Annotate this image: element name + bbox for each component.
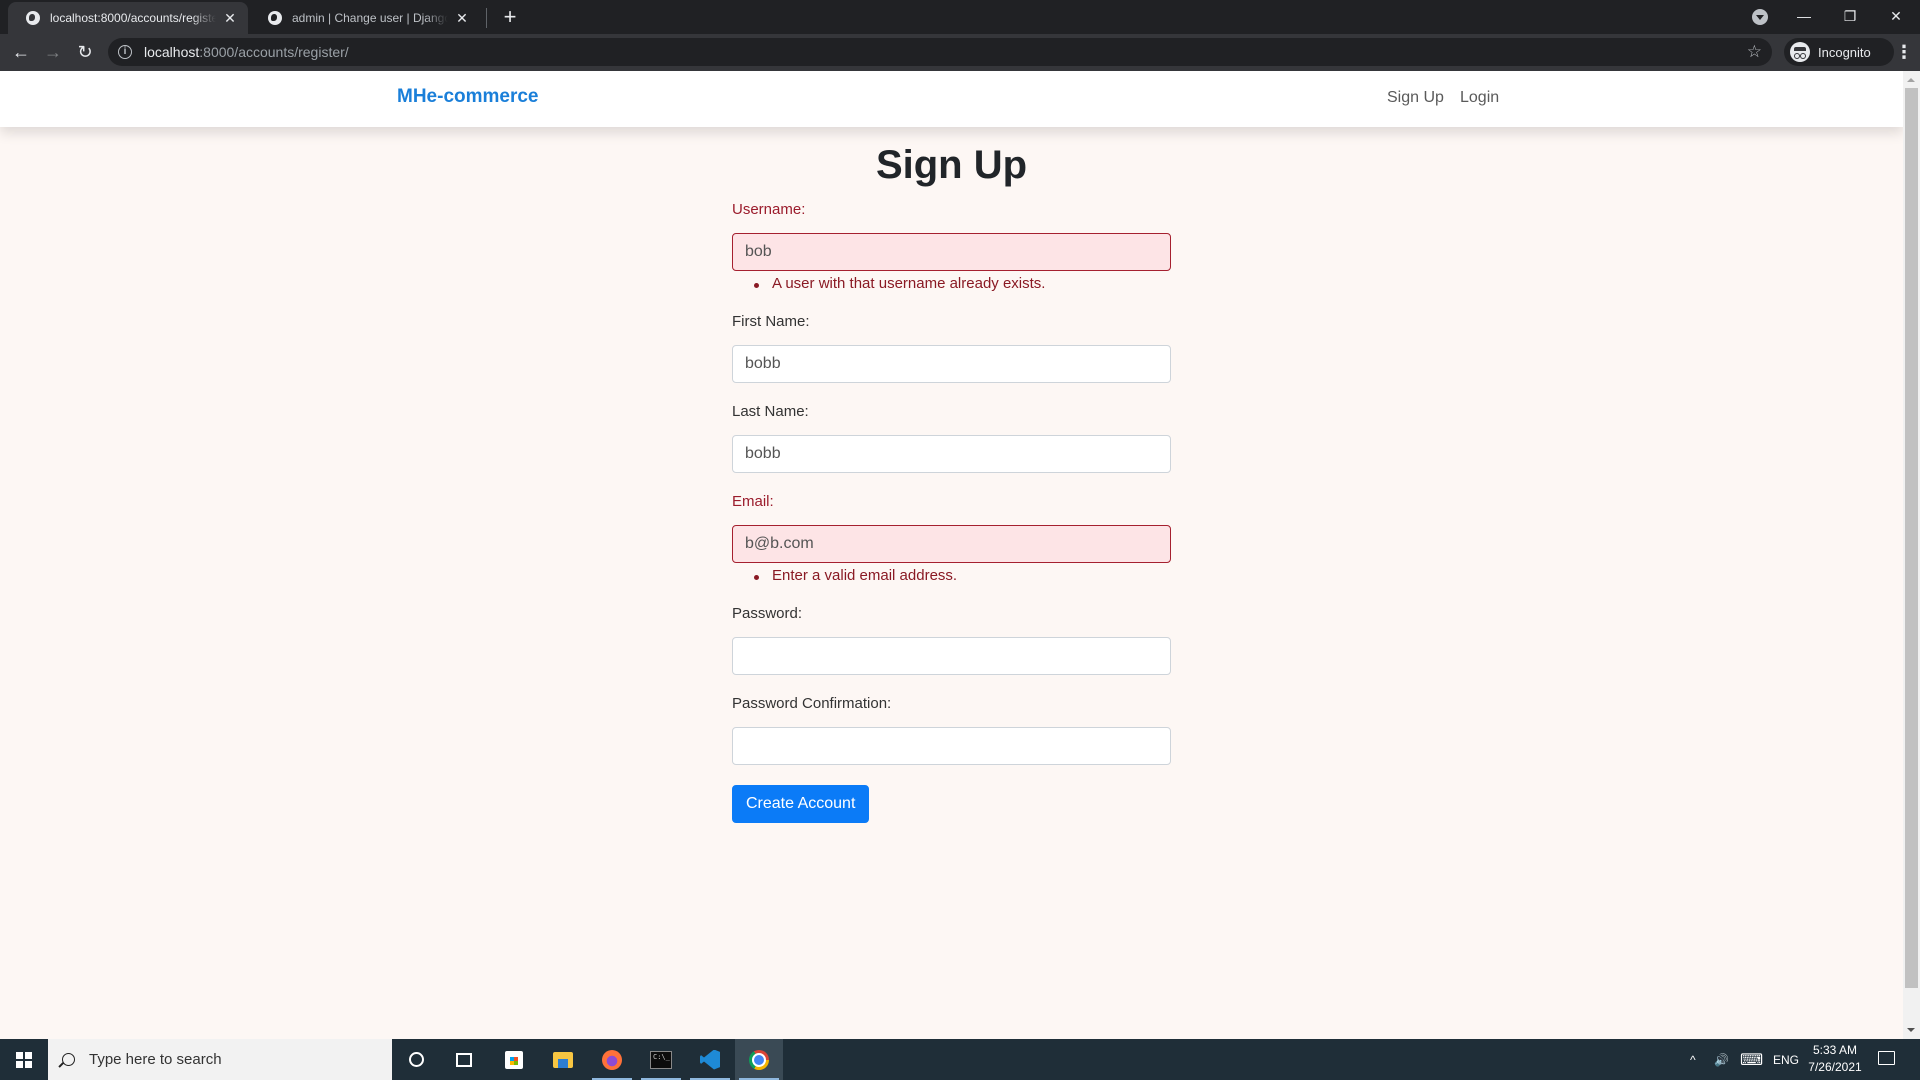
password-confirmation-group: Password Confirmation: <box>732 695 1171 765</box>
microsoft-store-icon <box>505 1050 523 1069</box>
new-tab-button[interactable]: + <box>498 4 522 30</box>
create-account-button[interactable]: Create Account <box>732 785 870 823</box>
show-hidden-icons-button[interactable]: ^ <box>1690 1039 1696 1080</box>
incognito-icon <box>1790 42 1810 62</box>
minimize-button[interactable]: — <box>1781 0 1827 32</box>
close-tab-icon[interactable]: ✕ <box>222 10 238 27</box>
back-button[interactable]: ← <box>7 38 35 66</box>
site-info-icon[interactable]: i <box>118 45 132 59</box>
password-label: Password: <box>732 605 803 622</box>
chrome-icon <box>749 1049 769 1070</box>
taskbar-search[interactable]: Type here to search <box>48 1039 392 1080</box>
site-navbar: MHe-commerce Sign Up Login <box>0 71 1903 127</box>
bookmark-star-icon[interactable]: ☆ <box>1747 42 1762 62</box>
forward-button[interactable]: → <box>39 38 67 66</box>
cortana-button[interactable] <box>392 1039 440 1080</box>
file-explorer-icon <box>553 1051 573 1068</box>
last-name-label: Last Name: <box>732 403 809 420</box>
page-scrollbar[interactable] <box>1903 71 1920 1039</box>
windows-taskbar: Type here to search C:\_ ^ 🔊 ⌨ ENG 5:33 … <box>0 1039 1920 1080</box>
first-name-input[interactable] <box>732 345 1171 383</box>
first-name-label: First Name: <box>732 313 810 330</box>
cortana-icon <box>408 1052 424 1067</box>
error-message: Enter a valid email address. <box>772 567 958 584</box>
tab-title: localhost:8000/accounts/register/ <box>50 11 216 25</box>
password-confirmation-input[interactable] <box>732 727 1171 765</box>
action-center-icon[interactable] <box>1878 1051 1895 1065</box>
scroll-up-arrow-icon[interactable] <box>1907 78 1915 82</box>
incognito-label: Incognito <box>1818 44 1871 60</box>
chrome-button[interactable] <box>735 1039 783 1080</box>
username-label: Username: <box>732 201 806 218</box>
store-button[interactable] <box>490 1039 538 1080</box>
system-clock[interactable]: 5:33 AM 7/26/2021 <box>1800 1042 1870 1076</box>
scrollbar-thumb[interactable] <box>1905 88 1918 988</box>
brand-link[interactable]: MHe-commerce <box>397 86 539 108</box>
last-name-input[interactable] <box>732 435 1171 473</box>
browser-tab-strip: localhost:8000/accounts/register/ ✕ admi… <box>0 0 1920 34</box>
username-input[interactable] <box>732 233 1171 271</box>
task-view-button[interactable] <box>440 1039 488 1080</box>
close-tab-icon[interactable]: ✕ <box>454 10 470 27</box>
email-error: Enter a valid email address. <box>732 567 1171 589</box>
vscode-button[interactable] <box>686 1039 734 1080</box>
start-button[interactable] <box>0 1039 48 1080</box>
first-name-group: First Name: <box>732 313 1171 383</box>
nav-link-login[interactable]: Login <box>1460 89 1499 107</box>
email-group: Email: Enter a valid email address. <box>732 493 1171 589</box>
terminal-icon: C:\_ <box>650 1050 672 1069</box>
clock-date: 7/26/2021 <box>1808 1060 1862 1074</box>
globe-icon <box>268 11 282 25</box>
volume-icon[interactable]: 🔊 <box>1714 1039 1729 1080</box>
url-host: localhost <box>144 44 200 60</box>
page-title: Sign Up <box>875 143 1028 187</box>
address-bar[interactable]: i localhost:8000/accounts/register/ ☆ <box>108 38 1772 66</box>
password-input[interactable] <box>732 637 1171 675</box>
close-window-button[interactable]: ✕ <box>1873 0 1919 32</box>
vscode-icon <box>700 1049 720 1070</box>
file-explorer-button[interactable] <box>539 1039 587 1080</box>
email-input[interactable] <box>732 525 1171 563</box>
error-message: A user with that username already exists… <box>772 275 1046 292</box>
username-error: A user with that username already exists… <box>732 275 1171 297</box>
firefox-button[interactable] <box>588 1039 636 1080</box>
task-view-icon <box>456 1052 472 1067</box>
nav-link-sign-up[interactable]: Sign Up <box>1387 89 1444 107</box>
email-label: Email: <box>732 493 774 510</box>
browser-menu-icon[interactable]: ⋮ <box>1894 38 1914 66</box>
language-indicator[interactable]: ENG <box>1773 1039 1799 1080</box>
tab-register[interactable]: localhost:8000/accounts/register/ ✕ <box>8 2 248 34</box>
clock-time: 5:33 AM <box>1812 1043 1858 1057</box>
browser-toolbar: ← → ↻ i localhost:8000/accounts/register… <box>0 34 1920 71</box>
tab-separator <box>486 8 487 28</box>
username-group: Username: A user with that username alre… <box>732 201 1171 297</box>
password-confirmation-label: Password Confirmation: <box>732 695 892 712</box>
keyboard-icon[interactable]: ⌨ <box>1740 1039 1763 1080</box>
globe-icon <box>26 11 40 25</box>
tab-title: admin | Change user | Django site admin <box>292 11 448 25</box>
windows-logo-icon <box>16 1051 32 1068</box>
incognito-profile-button[interactable]: Incognito <box>1784 38 1894 66</box>
page-viewport: MHe-commerce Sign Up Login Sign Up Usern… <box>0 71 1920 1039</box>
last-name-group: Last Name: <box>732 403 1171 473</box>
reload-button[interactable]: ↻ <box>71 38 99 66</box>
terminal-button[interactable]: C:\_ <box>637 1039 685 1080</box>
signup-form: Username: A user with that username alre… <box>732 201 1171 823</box>
firefox-icon <box>602 1049 622 1070</box>
tab-search-icon[interactable] <box>1752 9 1768 25</box>
search-placeholder: Type here to search <box>89 1051 222 1068</box>
password-group: Password: <box>732 605 1171 675</box>
scroll-down-arrow-icon[interactable] <box>1907 1028 1915 1032</box>
tab-django-admin[interactable]: admin | Change user | Django site admin … <box>250 2 480 34</box>
search-icon <box>62 1053 75 1066</box>
restore-button[interactable]: ❐ <box>1827 0 1873 32</box>
url-path: :8000/accounts/register/ <box>199 44 349 60</box>
